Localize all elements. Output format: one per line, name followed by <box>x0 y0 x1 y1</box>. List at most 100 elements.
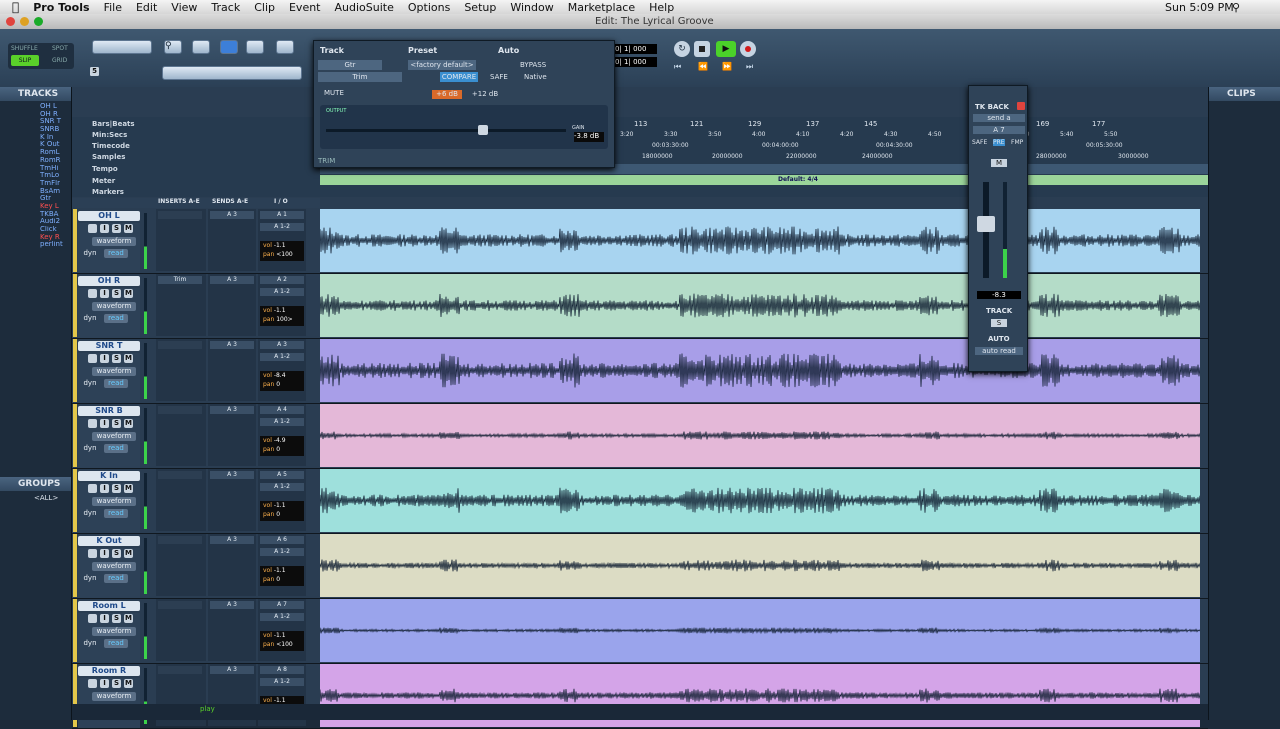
menu-setup[interactable]: Setup <box>464 1 496 14</box>
zoom-tool-button[interactable]: ⚲ <box>164 40 182 54</box>
mute-button[interactable]: M <box>124 224 133 233</box>
track-name[interactable]: OH R <box>78 276 140 286</box>
pan-value[interactable]: 0 <box>276 576 280 583</box>
vol-value[interactable]: -1.1 <box>274 697 286 704</box>
menu-track[interactable]: Track <box>211 1 240 14</box>
pan-value[interactable]: 100> <box>276 316 292 323</box>
insert-slot[interactable] <box>158 536 202 544</box>
track-list-item[interactable]: TKBA <box>0 211 71 219</box>
track-list-item[interactable]: TmHi <box>0 165 71 173</box>
vol-pan-readout[interactable]: vol -1.1 pan 0 <box>260 566 304 586</box>
record-enable-button[interactable] <box>88 484 97 493</box>
pan-value[interactable]: <100 <box>276 641 292 648</box>
output-select[interactable]: A 1-2 <box>260 288 304 296</box>
sends-header[interactable]: SENDS A-E <box>212 198 248 205</box>
apple-icon[interactable]:  <box>12 0 19 14</box>
track-name[interactable]: SNR T <box>78 341 140 351</box>
automation-mode-select[interactable]: read <box>104 639 128 648</box>
zoom-window-icon[interactable] <box>34 17 43 26</box>
record-enable-button[interactable] <box>88 419 97 428</box>
nudge-buttons[interactable] <box>162 66 302 80</box>
track-view-select[interactable]: waveform <box>92 562 136 571</box>
menu-clip[interactable]: Clip <box>254 1 275 14</box>
output-send-select[interactable]: send a <box>973 114 1025 122</box>
track-name[interactable]: SNR B <box>78 406 140 416</box>
vol-value[interactable]: -1.1 <box>274 307 286 314</box>
mute-button[interactable]: M <box>124 614 133 623</box>
groups-all[interactable]: <ALL> <box>34 494 58 502</box>
send-slot[interactable]: A 3 <box>210 341 254 349</box>
input-select[interactable]: A 6 <box>260 536 304 544</box>
track-list-item[interactable]: SNR T <box>0 118 71 126</box>
forward-icon[interactable]: ⏩ <box>722 62 732 71</box>
input-monitor-button[interactable]: I <box>100 289 109 298</box>
mute-button[interactable]: M <box>124 419 133 428</box>
track-list-item[interactable]: perlint <box>0 241 71 249</box>
solo-button[interactable]: S <box>112 484 121 493</box>
rewind-icon[interactable]: ⏮ <box>674 62 681 72</box>
solo-button[interactable]: S <box>112 419 121 428</box>
output-solo-button[interactable]: S <box>991 319 1007 327</box>
spot-button[interactable]: SPOT <box>52 45 68 52</box>
insert-slot[interactable] <box>158 341 202 349</box>
output-select[interactable]: A 1-2 <box>260 678 304 686</box>
track-name[interactable]: Room R <box>78 666 140 676</box>
plugin-track-select[interactable]: Gtr <box>318 60 382 70</box>
solo-button[interactable]: S <box>112 289 121 298</box>
record-icon[interactable] <box>740 41 756 57</box>
inserts-header[interactable]: INSERTS A-E <box>158 198 200 205</box>
track-name[interactable]: Room L <box>78 601 140 611</box>
plugin-gain-value[interactable]: -3.8 dB <box>574 132 604 142</box>
track-list-item[interactable]: Click <box>0 226 71 234</box>
plugin-gain-slider[interactable] <box>326 129 566 132</box>
sub-counter[interactable]: 0| 1| 000 <box>615 57 657 67</box>
automation-mode-select[interactable]: read <box>104 314 128 323</box>
zoom-out-button[interactable] <box>92 40 152 54</box>
output-select[interactable]: A 1-2 <box>260 613 304 621</box>
send-slot[interactable]: A 3 <box>210 276 254 284</box>
insert-slot[interactable] <box>158 406 202 414</box>
grid-button[interactable]: GRID <box>52 57 67 64</box>
zoom-preset-5[interactable]: 5 <box>90 67 99 76</box>
track-list-item[interactable]: Key R <box>0 234 71 242</box>
audio-clip-waveform[interactable] <box>320 339 1200 402</box>
menu-options[interactable]: Options <box>408 1 450 14</box>
track-list-item[interactable]: K Out <box>0 141 71 149</box>
solo-button[interactable]: S <box>112 224 121 233</box>
input-select[interactable]: A 4 <box>260 406 304 414</box>
track-list-item[interactable]: Audi2 <box>0 218 71 226</box>
input-monitor-button[interactable]: I <box>100 549 109 558</box>
stop-icon[interactable] <box>694 41 710 57</box>
record-enable-button[interactable] <box>88 679 97 688</box>
track-list-item[interactable]: OH L <box>0 103 71 111</box>
input-select[interactable]: A 5 <box>260 471 304 479</box>
menu-window[interactable]: Window <box>510 1 553 14</box>
vol-pan-readout[interactable]: vol -1.1 pan 0 <box>260 501 304 521</box>
spotlight-icon[interactable]: ⚲ <box>1232 1 1240 14</box>
vol-value[interactable]: -1.1 <box>274 567 286 574</box>
input-select[interactable]: A 2 <box>260 276 304 284</box>
main-counter[interactable]: 0| 1| 000 <box>615 44 657 54</box>
tracks-header[interactable]: TRACKS <box>0 87 71 101</box>
input-select[interactable]: A 3 <box>260 341 304 349</box>
menu-marketplace[interactable]: Marketplace <box>568 1 635 14</box>
input-select[interactable]: A 7 <box>260 601 304 609</box>
ruler-bars-beats[interactable]: Bars|Beats <box>92 120 135 128</box>
automation-mode-select[interactable]: read <box>104 249 128 258</box>
track-view-select[interactable]: waveform <box>92 497 136 506</box>
record-enable-button[interactable] <box>88 354 97 363</box>
send-slot[interactable]: A 3 <box>210 471 254 479</box>
audio-clip-waveform[interactable] <box>320 404 1200 467</box>
pan-value[interactable]: <100 <box>276 251 292 258</box>
ruler-tempo[interactable]: Tempo <box>92 165 118 173</box>
menu-app-name[interactable]: Pro Tools <box>33 1 89 14</box>
track-list-item[interactable]: RomR <box>0 157 71 165</box>
io-header[interactable]: I / O <box>274 198 288 205</box>
trim-tool-button[interactable] <box>192 40 210 54</box>
input-monitor-button[interactable]: I <box>100 419 109 428</box>
ruler-timecode[interactable]: Timecode <box>92 142 130 150</box>
pan-value[interactable]: 0 <box>276 511 280 518</box>
output-select[interactable]: A 1-2 <box>260 223 304 231</box>
menu-file[interactable]: File <box>104 1 122 14</box>
output-level-value[interactable]: -8.3 <box>977 291 1021 299</box>
